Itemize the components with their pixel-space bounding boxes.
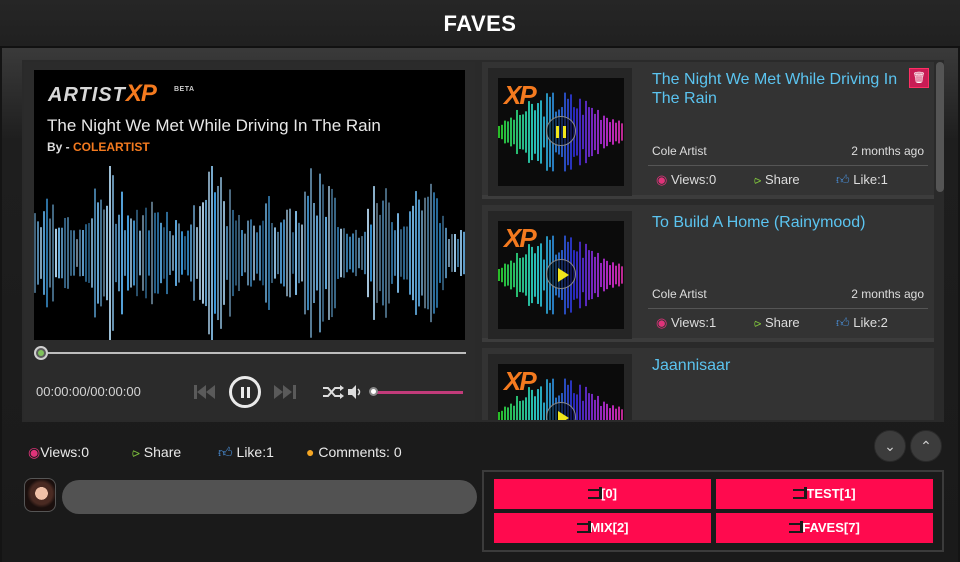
- volume-handle[interactable]: [369, 387, 378, 396]
- time-display: 00:00:00/00:00:00: [36, 384, 141, 399]
- track-time-ago: 2 months ago: [851, 287, 924, 301]
- now-playing-artist: By - COLEARTIST: [47, 140, 150, 154]
- views-label: Views:0: [40, 444, 89, 460]
- track-stats: ◉ Views:0 ⪧ Share 👍︎ Like:1: [648, 165, 928, 191]
- track-title[interactable]: Jaannisaar: [652, 356, 907, 375]
- like-label: Like:1: [236, 444, 274, 460]
- track-thumbnail[interactable]: XP: [488, 354, 632, 420]
- share-label: Share: [764, 172, 800, 187]
- share-button[interactable]: ⪧ Share: [132, 444, 181, 461]
- track-artist[interactable]: Cole Artist: [652, 287, 707, 301]
- play-icon[interactable]: [546, 259, 576, 289]
- like-label: Like:1: [853, 172, 888, 187]
- artist-link[interactable]: COLEARTIST: [73, 140, 150, 154]
- stage: ARTISTXP BETA The Night We Met While Driv…: [22, 60, 944, 422]
- like-button[interactable]: 👍︎ Like:1: [218, 444, 274, 461]
- artistxp-logo: ARTISTXP BETA: [48, 80, 194, 108]
- playlist-icon: [576, 521, 591, 533]
- comment-input[interactable]: [62, 480, 477, 514]
- logo-xp: XP: [125, 80, 157, 107]
- share-label: Share: [143, 444, 182, 460]
- xp-logo: XP: [504, 80, 537, 110]
- player-screen: ARTISTXP BETA The Night We Met While Driv…: [34, 70, 465, 340]
- main-panel: ARTISTXP BETA The Night We Met While Driv…: [2, 48, 958, 562]
- beta-badge: BETA: [174, 86, 195, 93]
- like-button[interactable]: 👍︎ Like:2: [836, 315, 888, 331]
- views-stat[interactable]: ◉ Views:0: [656, 172, 716, 188]
- scroll-down-button[interactable]: ⌄: [874, 430, 906, 462]
- playlist-button[interactable]: TEST[1]: [716, 479, 933, 509]
- playlist-button[interactable]: [0]: [494, 479, 711, 509]
- list-scrollbar[interactable]: [936, 62, 944, 192]
- scroll-up-button[interactable]: ⌃: [910, 430, 942, 462]
- previous-icon[interactable]: [194, 384, 216, 400]
- share-icon: ⪧: [754, 172, 762, 187]
- by-prefix: By -: [47, 140, 74, 154]
- eye-icon: ◉: [28, 444, 41, 460]
- comment-icon: ●: [306, 444, 315, 460]
- share-button[interactable]: ⪧ Share: [754, 315, 800, 331]
- playlist-icon: [789, 521, 804, 533]
- playlist-label: MIX[2]: [589, 520, 629, 535]
- delete-icon[interactable]: 🗑: [909, 68, 929, 88]
- avatar: [24, 478, 56, 512]
- track-list: XP The Night We Met While Driving In The…: [480, 62, 944, 420]
- share-button[interactable]: ⪧ Share: [754, 172, 800, 188]
- share-icon: ⪧: [754, 315, 762, 330]
- track-time-ago: 2 months ago: [851, 144, 924, 158]
- track-stats: ◉ Views:1 ⪧ Share 👍︎ Like:2: [648, 308, 928, 334]
- logo-text: ARTIST: [48, 84, 126, 106]
- playlist-button[interactable]: FAVES[7]: [716, 513, 933, 543]
- track-card[interactable]: XP Jaannisaar: [482, 348, 934, 420]
- shuffle-icon[interactable]: [322, 384, 344, 400]
- app: FAVES ARTISTXP BETA The Night We Met Whil…: [0, 0, 960, 562]
- volume-icon[interactable]: [347, 384, 363, 400]
- pause-button[interactable]: [229, 376, 261, 408]
- track-artist[interactable]: Cole Artist: [652, 144, 707, 158]
- xp-logo: XP: [504, 223, 537, 253]
- views-stat[interactable]: ◉Views:0: [28, 444, 89, 461]
- track-title[interactable]: The Night We Met While Driving In The Ra…: [652, 70, 907, 108]
- eye-icon: ◉: [656, 172, 668, 187]
- track-card[interactable]: XP To Build A Home (Rainymood) Cole Arti…: [482, 205, 934, 342]
- now-playing-title: The Night We Met While Driving In The Ra…: [47, 116, 381, 135]
- seek-handle[interactable]: [34, 346, 48, 360]
- playlist-label: [0]: [601, 486, 617, 501]
- pause-icon[interactable]: [546, 116, 576, 146]
- playlist-label: TEST[1]: [806, 486, 856, 501]
- playlist-icon: [588, 487, 603, 499]
- track-card[interactable]: XP The Night We Met While Driving In The…: [482, 62, 934, 199]
- views-label: Views:0: [670, 172, 717, 187]
- share-label: Share: [764, 315, 800, 330]
- like-label: Like:2: [853, 315, 888, 330]
- thumbs-up-icon: 👍︎: [836, 315, 850, 330]
- playlist-panel: [0] TEST[1] MIX[2] FAVES[7]: [482, 470, 944, 552]
- playlist-button[interactable]: MIX[2]: [494, 513, 711, 543]
- playlist-icon: [793, 487, 808, 499]
- header: FAVES: [0, 0, 960, 48]
- chevron-up-icon: ⌃: [920, 438, 932, 454]
- next-icon[interactable]: [274, 384, 296, 400]
- views-label: Views:1: [670, 315, 717, 330]
- volume-slider[interactable]: [373, 391, 463, 394]
- comments-label: Comments: 0: [318, 444, 402, 460]
- eye-icon: ◉: [656, 315, 668, 330]
- share-icon: ⪧: [132, 444, 140, 460]
- xp-logo: XP: [504, 366, 537, 396]
- views-stat[interactable]: ◉ Views:1: [656, 315, 716, 331]
- audio-player: ARTISTXP BETA The Night We Met While Driv…: [24, 62, 475, 420]
- thumbs-up-icon: 👍︎: [218, 444, 233, 460]
- track-thumbnail[interactable]: XP: [488, 68, 632, 196]
- chevron-down-icon: ⌄: [884, 438, 896, 454]
- track-title[interactable]: To Build A Home (Rainymood): [652, 213, 907, 232]
- seek-bar[interactable]: [38, 352, 466, 354]
- playlist-label: FAVES[7]: [802, 520, 860, 535]
- track-thumbnail[interactable]: XP: [488, 211, 632, 339]
- waveform-visual: [34, 166, 465, 340]
- thumbs-up-icon: 👍︎: [836, 172, 850, 187]
- page-title: FAVES: [443, 11, 517, 36]
- like-button[interactable]: 👍︎ Like:1: [836, 172, 888, 188]
- comments-stat[interactable]: ● Comments: 0: [306, 444, 402, 460]
